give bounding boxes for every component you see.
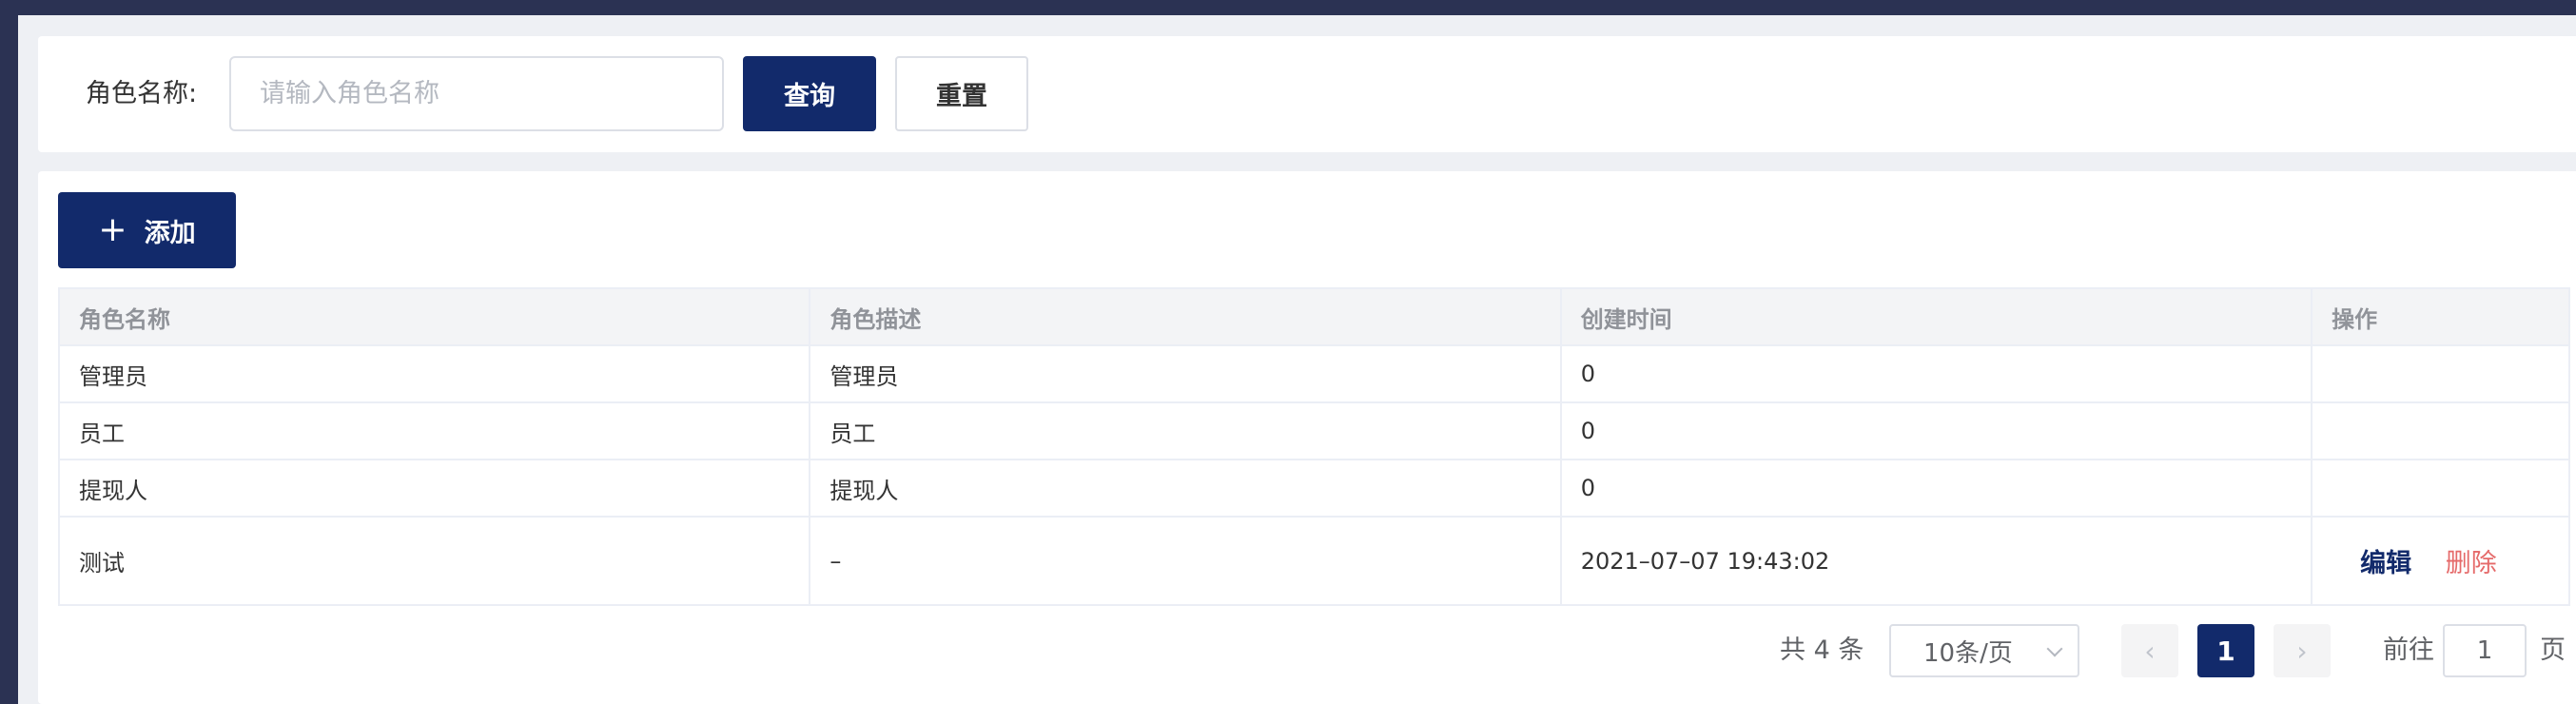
table-row[interactable]: 员工 员工 0 — [57, 401, 2570, 460]
goto-label: 前往 — [2383, 636, 2434, 665]
column-header-role-name[interactable]: 角色名称 — [57, 287, 811, 346]
page-number-1[interactable]: 1 — [2197, 624, 2254, 677]
cell-created-time: 0 — [1559, 459, 2313, 518]
prev-page-button[interactable]: ‹ — [2121, 624, 2178, 677]
role-list-panel: + 添加 角色名称 角色描述 创建时间 操作 管理员 管理员 0 员工 员工 0… — [38, 171, 2576, 704]
cell-role-desc: 管理员 — [809, 344, 1562, 403]
cell-created-time: 0 — [1559, 401, 2313, 460]
role-table: 角色名称 角色描述 创建时间 操作 管理员 管理员 0 员工 员工 0 提现人 … — [57, 287, 2570, 606]
plus-icon: + — [98, 210, 127, 249]
next-page-button[interactable]: › — [2274, 624, 2331, 677]
top-navbar — [0, 0, 2576, 15]
role-name-label: 角色名称: — [86, 79, 198, 108]
table-row[interactable]: 测试 – 2021–07–07 19:43:02 编辑 删除 — [57, 516, 2570, 606]
table-row[interactable]: 提现人 提现人 0 — [57, 459, 2570, 518]
column-header-actions: 操作 — [2311, 287, 2570, 346]
column-header-role-desc[interactable]: 角色描述 — [809, 287, 1562, 346]
delete-link[interactable]: 删除 — [2446, 549, 2497, 578]
cell-created-time: 2021–07–07 19:43:02 — [1559, 516, 2313, 606]
cell-role-desc: 提现人 — [809, 459, 1562, 518]
role-name-input[interactable] — [229, 56, 724, 131]
page-suffix-label: 页 — [2540, 636, 2566, 665]
chevron-left-icon: ‹ — [2144, 635, 2156, 667]
search-panel: 角色名称: 查询 重置 — [38, 36, 2576, 152]
edit-link[interactable]: 编辑 — [2360, 549, 2411, 578]
cell-role-name: 管理员 — [57, 344, 811, 403]
sidebar — [0, 0, 18, 704]
add-button-label: 添加 — [144, 218, 196, 248]
cell-actions — [2311, 401, 2570, 460]
main-content: 角色名称: 查询 重置 + 添加 角色名称 角色描述 创建时间 操作 管理员 管… — [18, 15, 2576, 704]
cell-actions — [2311, 344, 2570, 403]
page-size-select[interactable]: 10条/页 — [1889, 624, 2079, 677]
cell-role-desc: 员工 — [809, 401, 1562, 460]
pagination-total: 共 4 条 — [1780, 636, 1864, 665]
cell-actions: 编辑 删除 — [2311, 516, 2570, 606]
table-row[interactable]: 管理员 管理员 0 — [57, 344, 2570, 403]
cell-actions — [2311, 459, 2570, 518]
reset-button[interactable]: 重置 — [895, 56, 1028, 131]
cell-role-name: 测试 — [57, 516, 811, 606]
cell-role-desc: – — [809, 516, 1562, 606]
add-button[interactable]: + 添加 — [58, 192, 236, 268]
cell-role-name: 员工 — [57, 401, 811, 460]
page-size-value: 10条/页 — [1923, 638, 2013, 668]
cell-created-time: 0 — [1559, 344, 2313, 403]
cell-role-name: 提现人 — [57, 459, 811, 518]
chevron-right-icon: › — [2296, 635, 2308, 667]
column-header-created-time[interactable]: 创建时间 — [1559, 287, 2313, 346]
chevron-down-icon — [2046, 640, 2063, 657]
goto-page-input[interactable] — [2443, 624, 2527, 677]
query-button[interactable]: 查询 — [743, 56, 876, 131]
table-header-row: 角色名称 角色描述 创建时间 操作 — [57, 287, 2570, 346]
